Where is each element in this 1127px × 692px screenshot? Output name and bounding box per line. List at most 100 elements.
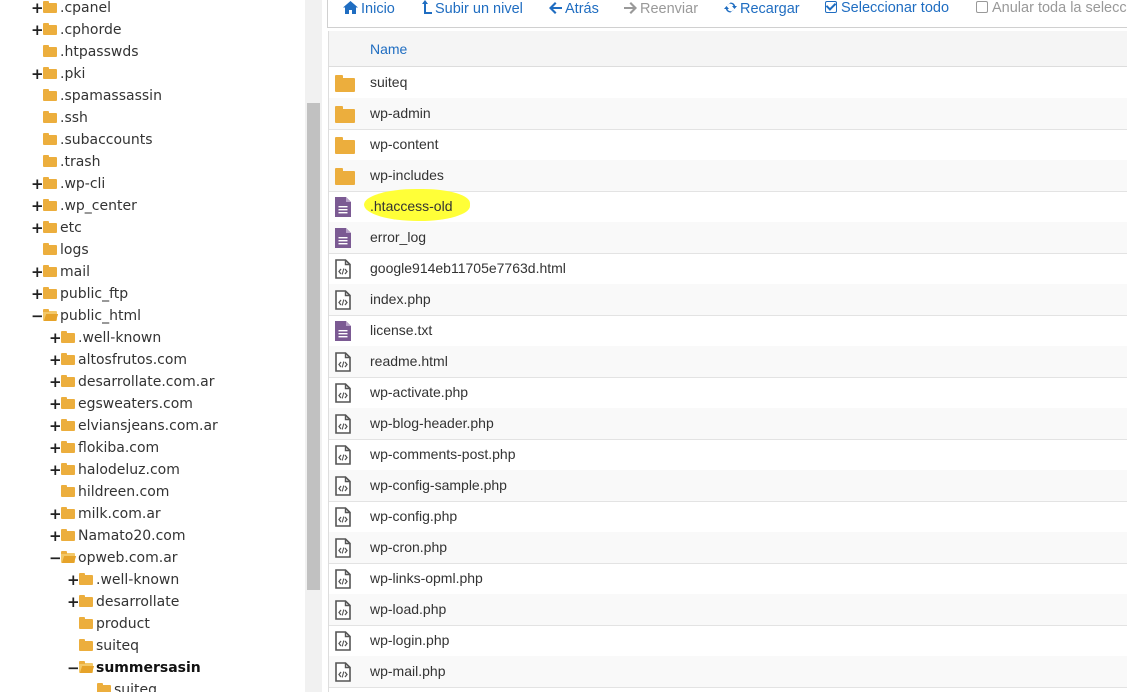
expand-icon[interactable]: + [31, 63, 44, 85]
file-name[interactable]: suiteq [370, 74, 407, 90]
tree-node-label[interactable]: .wp-cli [60, 173, 105, 195]
file-row[interactable]: wp-config-sample.php [329, 470, 1127, 502]
expand-icon[interactable]: + [31, 0, 44, 19]
tree-node-label[interactable]: .cpanel [60, 0, 111, 19]
file-row[interactable]: .htaccess-old [329, 189, 1127, 223]
expand-icon[interactable]: + [49, 437, 62, 459]
file-name[interactable]: wp-mail.php [370, 663, 445, 679]
tree-node-label[interactable]: altosfrutos.com [78, 349, 187, 371]
file-row[interactable]: wp-links-opml.php [329, 563, 1127, 595]
file-name[interactable]: wp-comments-post.php [370, 446, 516, 462]
file-name[interactable]: error_log [370, 229, 426, 245]
tree-node-label[interactable]: .trash [60, 151, 100, 173]
tree-node-label[interactable]: mail [60, 261, 90, 283]
file-name[interactable]: wp-includes [370, 167, 444, 183]
expand-icon[interactable]: + [49, 327, 62, 349]
tree-node-label[interactable]: flokiba.com [78, 437, 159, 459]
tree-node-label[interactable]: summersasin [96, 657, 201, 679]
tree-node-label[interactable]: public_ftp [60, 283, 128, 305]
tree-node-label[interactable]: .ssh [60, 107, 88, 129]
back-button[interactable]: Atrás [549, 0, 599, 19]
expand-icon[interactable]: + [31, 19, 44, 41]
file-row[interactable]: wp-blog-header.php [329, 408, 1127, 440]
file-row[interactable]: wp-mail.php [329, 656, 1127, 688]
tree-node-label[interactable]: opweb.com.ar [78, 547, 178, 569]
tree-node-label[interactable]: .pki [60, 63, 85, 85]
tree-node-label[interactable]: suiteq [114, 679, 157, 692]
tree-node-label[interactable]: Namato20.com [78, 525, 186, 547]
expand-icon[interactable]: + [49, 415, 62, 437]
file-row[interactable]: readme.html [329, 346, 1127, 378]
file-row[interactable]: suiteq [329, 67, 1127, 99]
file-name[interactable]: index.php [370, 291, 431, 307]
expand-icon[interactable]: + [31, 173, 44, 195]
expand-icon[interactable]: + [49, 349, 62, 371]
tree-node-label[interactable]: .well-known [96, 569, 179, 591]
tree-node-label[interactable]: .cphorde [60, 19, 121, 41]
tree-node-label[interactable]: public_html [60, 305, 141, 327]
tree-scrollbar-thumb[interactable] [307, 103, 320, 590]
tree-node-label[interactable]: .subaccounts [60, 129, 153, 151]
home-button[interactable]: Inicio [343, 0, 395, 19]
file-row[interactable]: wp-load.php [329, 594, 1127, 626]
file-name[interactable]: wp-blog-header.php [370, 415, 494, 431]
file-row[interactable]: google914eb11705e7763d.html [329, 253, 1127, 285]
tree-node-label[interactable]: halodeluz.com [78, 459, 180, 481]
collapse-icon[interactable]: − [67, 657, 80, 679]
file-row[interactable]: index.php [329, 284, 1127, 316]
file-row[interactable]: wp-activate.php [329, 377, 1127, 409]
tree-node-label[interactable]: suiteq [96, 635, 139, 657]
expand-icon[interactable]: + [31, 195, 44, 217]
reload-button[interactable]: Recargar [724, 0, 800, 19]
expand-icon[interactable]: + [49, 393, 62, 415]
tree-node-label[interactable]: desarrollate.com.ar [78, 371, 215, 393]
expand-icon[interactable]: + [67, 591, 80, 613]
file-name[interactable]: wp-load.php [370, 601, 446, 617]
expand-icon[interactable]: + [49, 503, 62, 525]
file-name[interactable]: wp-content [370, 136, 438, 152]
select-all-button[interactable]: Seleccionar todo [825, 0, 949, 19]
file-name[interactable]: google914eb11705e7763d.html [370, 260, 566, 276]
file-name[interactable]: wp-cron.php [370, 539, 447, 555]
up-level-button[interactable]: Subir un nivel [422, 0, 523, 19]
file-row[interactable]: wp-login.php [329, 625, 1127, 657]
file-row[interactable]: wp-comments-post.php [329, 439, 1127, 471]
collapse-icon[interactable]: − [49, 547, 62, 569]
file-name[interactable]: wp-login.php [370, 632, 449, 648]
tree-scrollbar[interactable] [305, 0, 322, 692]
expand-icon[interactable]: + [67, 569, 80, 591]
file-row[interactable]: error_log [329, 222, 1127, 254]
tree-node-label[interactable]: egsweaters.com [78, 393, 193, 415]
file-row[interactable]: wp-cron.php [329, 532, 1127, 564]
tree-node-label[interactable]: .htpasswds [60, 41, 139, 63]
tree-node-label[interactable]: milk.com.ar [78, 503, 161, 525]
expand-icon[interactable]: + [31, 217, 44, 239]
file-row[interactable]: wp-content [329, 129, 1127, 161]
tree-node-label[interactable]: hildreen.com [78, 481, 169, 503]
file-name[interactable]: .htaccess-old [370, 198, 452, 214]
expand-icon[interactable]: + [49, 371, 62, 393]
file-name[interactable]: readme.html [370, 353, 448, 369]
expand-icon[interactable]: + [49, 525, 62, 547]
tree-node-label[interactable]: .spamassassin [60, 85, 162, 107]
file-row[interactable]: wp-config.php [329, 501, 1127, 533]
expand-icon[interactable]: + [31, 261, 44, 283]
tree-node-label[interactable]: product [96, 613, 150, 635]
collapse-icon[interactable]: − [31, 305, 44, 327]
tree-node-label[interactable]: logs [60, 239, 89, 261]
file-name[interactable]: wp-links-opml.php [370, 570, 483, 586]
file-row[interactable]: license.txt [329, 315, 1127, 347]
tree-node-label[interactable]: etc [60, 217, 82, 239]
forward-button[interactable]: Reenviar [624, 0, 698, 19]
file-name[interactable]: wp-admin [370, 105, 431, 121]
expand-icon[interactable]: + [49, 459, 62, 481]
deselect-all-button[interactable]: Anular toda la selecc [976, 0, 1127, 19]
tree-node-label[interactable]: elviansjeans.com.ar [78, 415, 218, 437]
file-name[interactable]: license.txt [370, 322, 432, 338]
file-name[interactable]: wp-config.php [370, 508, 457, 524]
file-name[interactable]: wp-activate.php [370, 384, 468, 400]
expand-icon[interactable]: + [31, 283, 44, 305]
tree-node-label[interactable]: desarrollate [96, 591, 179, 613]
tree-node-label[interactable]: .well-known [78, 327, 161, 349]
file-row[interactable]: wp-admin [329, 98, 1127, 130]
